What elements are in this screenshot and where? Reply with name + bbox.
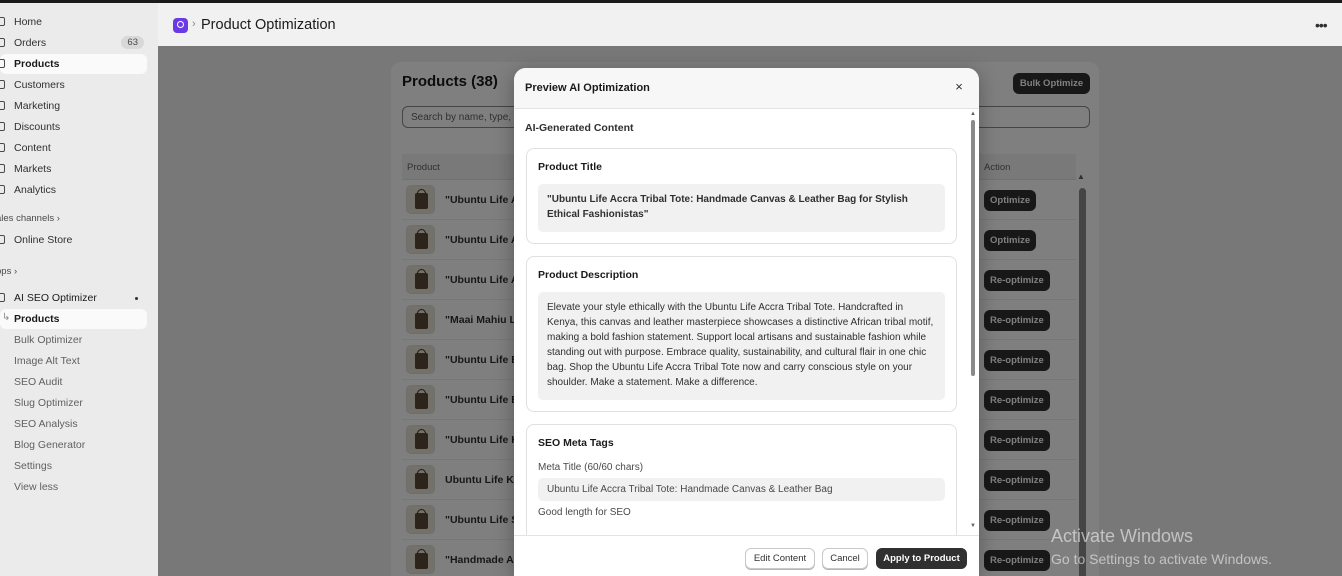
more-horizontal-icon[interactable]: ••• [1315,17,1328,33]
meta-title-value: Ubuntu Life Accra Tribal Tote: Handmade … [538,478,945,501]
sidebar-subitem-label: Settings [14,460,52,472]
meta-title-hint: Good length for SEO [538,507,631,518]
modal-scroll-up-icon[interactable]: ▲ [970,111,976,117]
sidebar-subitem-label: Products [14,313,60,325]
chart-icon [0,185,5,194]
breadcrumb-separator: › [192,18,196,30]
sidebar-item-products[interactable]: Products [0,54,147,74]
sidebar-subitem-seo-analysis[interactable]: SEO Analysis [0,414,147,434]
sidebar-item-label: Markets [14,163,52,175]
sidebar-item-marketing[interactable]: Marketing [0,96,147,116]
page-title: Product Optimization [201,17,336,33]
activate-windows-title: Activate Windows [1051,526,1194,546]
sidebar-subitem-label: View less [14,481,59,493]
pin-icon[interactable] [135,297,138,300]
edit-content-button[interactable]: Edit Content [745,548,815,569]
product-description-section: Product Description Elevate your style e… [526,256,957,412]
preview-modal: Preview AI Optimization × AI-Generated C… [514,68,979,576]
section-title: Product Description [538,269,639,281]
sidebar-item-label: Orders [14,37,47,49]
apply-to-product-button[interactable]: Apply to Product [876,548,967,569]
discount-icon [0,122,5,131]
sidebar-item-ai-seo-optimizer[interactable]: AI SEO Optimizer [0,288,147,308]
product-title-value: "Ubuntu Life Accra Tribal Tote: Handmade… [538,184,945,232]
sidebar: Home Orders 63 Products Customers Market… [0,3,158,576]
modal-body: AI-Generated Content Product Title "Ubun… [514,109,979,535]
sidebar-subitem-label: SEO Analysis [14,418,78,430]
globe-icon [0,164,5,173]
sidebar-item-label: Discounts [14,121,61,133]
product-title-section: Product Title "Ubuntu Life Accra Tribal … [526,148,957,244]
sidebar-subitem-products[interactable]: ↳ Products [0,309,147,329]
modal-scrollbar[interactable] [971,120,975,376]
orders-icon [0,38,5,47]
sidebar-item-label: Customers [14,79,65,91]
sidebar-item-label: Home [14,16,43,28]
sidebar-subitem-blog-generator[interactable]: Blog Generator [0,435,147,455]
orders-count-badge: 63 [121,36,144,49]
app-icon [0,293,5,302]
modal-scroll-down-icon[interactable]: ▼ [970,523,976,529]
store-icon [0,235,5,244]
tag-icon [0,59,5,68]
seo-meta-section: SEO Meta Tags Meta Title (60/60 chars) U… [526,424,957,535]
sidebar-item-markets[interactable]: Markets [0,159,147,179]
sidebar-item-analytics[interactable]: Analytics [0,180,147,200]
sidebar-subitem-label: Blog Generator [14,439,86,451]
modal-title: Preview AI Optimization [525,82,650,94]
sales-channels-heading[interactable]: ales channels › [0,213,60,224]
meta-title-label: Meta Title (60/60 chars) [538,462,644,473]
modal-footer: Edit Content Cancel Apply to Product [514,535,979,576]
sidebar-item-online-store[interactable]: Online Store [0,230,147,250]
sidebar-subitem-settings[interactable]: Settings [0,456,147,476]
close-icon[interactable]: × [952,80,966,94]
sidebar-item-label: Analytics [14,184,57,196]
person-icon [0,80,5,89]
subitem-arrow-icon: ↳ [2,312,11,323]
sidebar-subitem-seo-audit[interactable]: SEO Audit [0,372,147,392]
home-icon [0,17,5,26]
sidebar-subitem-label: SEO Audit [14,376,63,388]
modal-header: Preview AI Optimization × [514,68,979,109]
sidebar-item-content[interactable]: Content [0,138,147,158]
sidebar-subitem-bulk-optimizer[interactable]: Bulk Optimizer [0,330,147,350]
section-title: SEO Meta Tags [538,437,614,449]
sidebar-item-label: Products [14,58,60,70]
sidebar-item-home[interactable]: Home [0,12,147,32]
sidebar-subitem-label: Image Alt Text [14,355,80,367]
section-title: Product Title [538,161,602,173]
product-description-value: Elevate your style ethically with the Ub… [538,292,945,400]
sidebar-item-orders[interactable]: Orders 63 [0,33,147,53]
sidebar-item-customers[interactable]: Customers [0,75,147,95]
app-logo-icon [173,18,188,33]
page-header: › Product Optimization ••• [158,3,1342,46]
sidebar-subitem-slug-optimizer[interactable]: Slug Optimizer [0,393,147,413]
sidebar-item-label: Marketing [14,100,61,112]
sidebar-item-label: AI SEO Optimizer [14,292,97,304]
sidebar-subitem-image-alt-text[interactable]: Image Alt Text [0,351,147,371]
activate-windows-subtitle: Go to Settings to activate Windows. [1051,551,1272,567]
sidebar-subitem-label: Bulk Optimizer [14,334,83,346]
content-icon [0,143,5,152]
target-icon [0,101,5,110]
apps-heading[interactable]: pps › [0,266,17,277]
sidebar-item-label: Online Store [14,234,73,246]
sidebar-item-discounts[interactable]: Discounts [0,117,147,137]
sidebar-item-label: Content [14,142,51,154]
sidebar-subitem-label: Slug Optimizer [14,397,83,409]
sidebar-subitem-view-less[interactable]: View less [0,477,147,497]
ai-content-heading: AI-Generated Content [525,122,634,134]
cancel-button[interactable]: Cancel [822,548,868,569]
